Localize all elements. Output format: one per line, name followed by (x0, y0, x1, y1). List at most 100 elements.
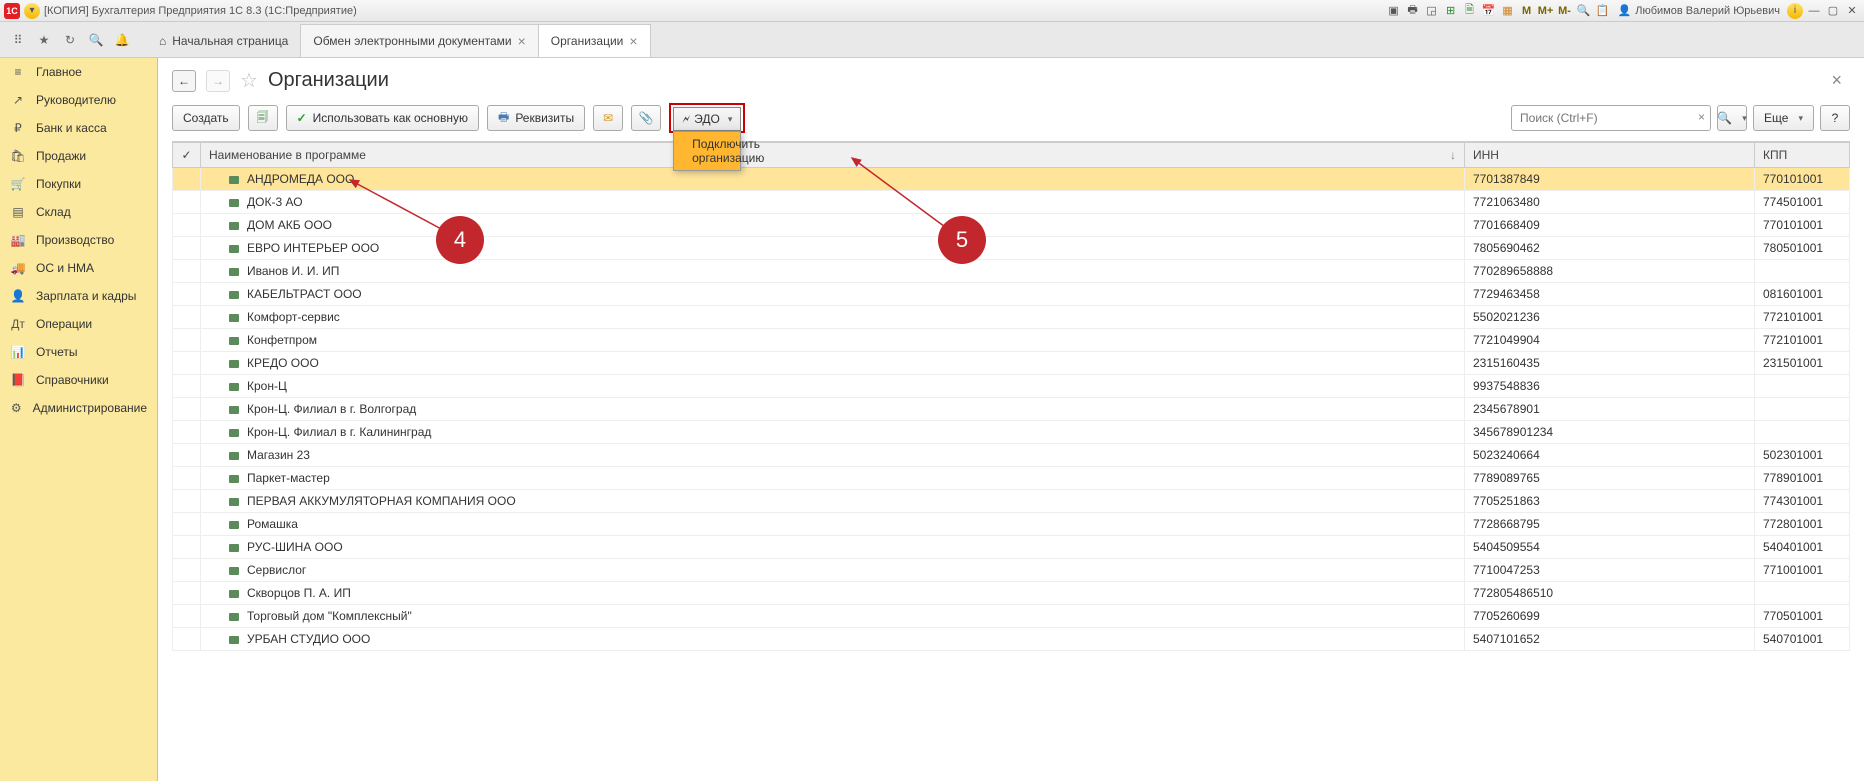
table-row[interactable]: Крон-Ц. Филиал в г. Калининград345678901… (173, 421, 1850, 444)
sidebar: ≡Главное↗Руководителю₽Банк и касса🛍Прода… (0, 58, 158, 781)
sidebar-item-9[interactable]: ДтОперации (0, 310, 157, 338)
tab-edo-exchange[interactable]: Обмен электронными документами × (300, 24, 538, 57)
tab-close-icon[interactable]: × (518, 33, 526, 49)
sidebar-item-3[interactable]: 🛍Продажи (0, 142, 157, 170)
sidebar-item-7[interactable]: 🚚ОС и НМА (0, 254, 157, 282)
tab-edo-label: Обмен электронными документами (313, 34, 511, 48)
minimize-icon[interactable]: — (1806, 3, 1822, 19)
table-row[interactable]: Торговый дом "Комплексный"77052606997705… (173, 605, 1850, 628)
m-plus-button[interactable]: M+ (1538, 3, 1554, 19)
back-button[interactable]: ← (172, 70, 196, 92)
col-check[interactable]: ✓ (173, 143, 201, 168)
table-row[interactable]: КРЕДО ООО2315160435231501001 (173, 352, 1850, 375)
table-row[interactable]: Сервислог7710047253771001001 (173, 559, 1850, 582)
bell-icon[interactable]: 🔔 (110, 28, 134, 52)
panel-icon[interactable]: ▣ (1386, 3, 1402, 19)
row-icon (229, 429, 239, 437)
table-row[interactable]: Магазин 235023240664502301001 (173, 444, 1850, 467)
forward-button[interactable]: → (206, 70, 230, 92)
table-row[interactable]: ДОК-3 АО7721063480774501001 (173, 191, 1850, 214)
tab-close-icon[interactable]: × (629, 33, 637, 49)
sidebar-item-11[interactable]: 📕Справочники (0, 366, 157, 394)
details-button[interactable]: 🖶 Реквизиты (487, 105, 585, 131)
maximize-icon[interactable]: ▢ (1825, 3, 1841, 19)
table-row[interactable]: АНДРОМЕДА ООО7701387849770101001 (173, 168, 1850, 191)
help-button[interactable]: i (1787, 3, 1803, 19)
more-button[interactable]: Еще (1753, 105, 1814, 131)
toolbar: Создать 🗐 ✓ Использовать как основную 🖶 … (158, 99, 1864, 141)
sidebar-label: Продажи (36, 149, 86, 163)
close-page-icon[interactable]: × (1823, 70, 1850, 91)
favorite-star-icon[interactable]: ☆ (240, 68, 258, 93)
row-icon (229, 314, 239, 322)
sidebar-icon: ↗ (10, 92, 26, 108)
sidebar-item-8[interactable]: 👤Зарплата и кадры (0, 282, 157, 310)
table-row[interactable]: Ромашка7728668795772801001 (173, 513, 1850, 536)
search-icon[interactable]: 🔍 (84, 28, 108, 52)
search-global-icon[interactable]: 🔍 (1576, 3, 1592, 19)
sidebar-item-1[interactable]: ↗Руководителю (0, 86, 157, 114)
close-window-icon[interactable]: ✕ (1844, 3, 1860, 19)
print-icon[interactable]: 🖶 (1405, 3, 1421, 19)
table-row[interactable]: Крон-Ц. Филиал в г. Волгоград2345678901 (173, 398, 1850, 421)
tab-home[interactable]: ⌂ Начальная страница (146, 24, 301, 57)
row-icon (229, 590, 239, 598)
col-kpp[interactable]: КПП (1755, 143, 1850, 168)
star-icon[interactable]: ★ (32, 28, 56, 52)
create-button[interactable]: Создать (172, 105, 240, 131)
sidebar-item-4[interactable]: 🛒Покупки (0, 170, 157, 198)
table-row[interactable]: Комфорт-сервис5502021236772101001 (173, 306, 1850, 329)
tab-org-label: Организации (551, 34, 624, 48)
sidebar-item-12[interactable]: ⚙Администрирование (0, 394, 157, 422)
tab-bar: ⌂ Начальная страница Обмен электронными … (140, 22, 650, 57)
sidebar-icon: 🏭 (10, 232, 26, 248)
search-clear-icon[interactable]: × (1698, 110, 1705, 124)
page-title: Организации (268, 69, 389, 92)
search-input[interactable] (1511, 105, 1711, 131)
apps-icon[interactable]: ⠿ (6, 28, 30, 52)
app-menu-button[interactable]: ▾ (24, 3, 40, 19)
table-row[interactable]: Конфетпром7721049904772101001 (173, 329, 1850, 352)
row-icon (229, 521, 239, 529)
attach-button[interactable]: 📎 (631, 105, 661, 131)
table-row[interactable]: ДОМ АКБ ООО7701668409770101001 (173, 214, 1850, 237)
sidebar-item-2[interactable]: ₽Банк и касса (0, 114, 157, 142)
user-chip[interactable]: 👤 Любимов Валерий Юрьевич (1614, 4, 1784, 17)
table-row[interactable]: Крон-Ц9937548836 (173, 375, 1850, 398)
tab-organizations[interactable]: Организации × (538, 24, 651, 57)
sidebar-item-10[interactable]: 📊Отчеты (0, 338, 157, 366)
edo-connect-org-item[interactable]: Подключить организацию (674, 132, 740, 170)
grid-icon[interactable]: ▦ (1500, 3, 1516, 19)
table-row[interactable]: КАБЕЛЬТРАСТ ООО7729463458081601001 (173, 283, 1850, 306)
compare-icon[interactable]: ◲ (1424, 3, 1440, 19)
table-row[interactable]: Скворцов П. А. ИП772805486510 (173, 582, 1850, 605)
calendar-icon[interactable]: 📅 (1481, 3, 1497, 19)
m-minus-button[interactable]: M- (1557, 3, 1573, 19)
history-icon[interactable]: ↻ (58, 28, 82, 52)
table-row[interactable]: ЕВРО ИНТЕРЬЕР ООО7805690462780501001 (173, 237, 1850, 260)
table-row[interactable]: РУС-ШИНА ООО5404509554540401001 (173, 536, 1850, 559)
sidebar-icon: 👤 (10, 288, 26, 304)
table-row[interactable]: ПЕРВАЯ АККУМУЛЯТОРНАЯ КОМПАНИЯ ООО770525… (173, 490, 1850, 513)
mail-button[interactable]: ✉ (593, 105, 623, 131)
row-icon (229, 636, 239, 644)
table-row[interactable]: Паркет-мастер7789089765778901001 (173, 467, 1850, 490)
search-dropdown-button[interactable]: 🔍 (1717, 105, 1747, 131)
sidebar-item-0[interactable]: ≡Главное (0, 58, 157, 86)
sidebar-item-5[interactable]: ▤Склад (0, 198, 157, 226)
clipboard-icon[interactable]: 📋 (1595, 3, 1611, 19)
col-name[interactable]: Наименование в программе↓ (201, 143, 1465, 168)
help-button[interactable]: ? (1820, 105, 1850, 131)
m-button[interactable]: M (1519, 3, 1535, 19)
use-as-main-button[interactable]: ✓ Использовать как основную (286, 105, 479, 131)
table-wrapper[interactable]: ✓ Наименование в программе↓ ИНН КПП АНДР… (172, 141, 1850, 771)
user-icon: 👤 (1618, 4, 1632, 17)
calc-green-icon[interactable]: ⊞ (1443, 3, 1459, 19)
table-row[interactable]: Иванов И. И. ИП770289658888 (173, 260, 1850, 283)
sidebar-item-6[interactable]: 🏭Производство (0, 226, 157, 254)
copy-button[interactable]: 🗐 (248, 105, 278, 131)
doc-icon[interactable]: 🗎 (1462, 3, 1478, 19)
col-inn[interactable]: ИНН (1465, 143, 1755, 168)
edo-dropdown-button[interactable]: 🗲 ЭДО (673, 107, 741, 131)
table-row[interactable]: УРБАН СТУДИО ООО5407101652540701001 (173, 628, 1850, 651)
